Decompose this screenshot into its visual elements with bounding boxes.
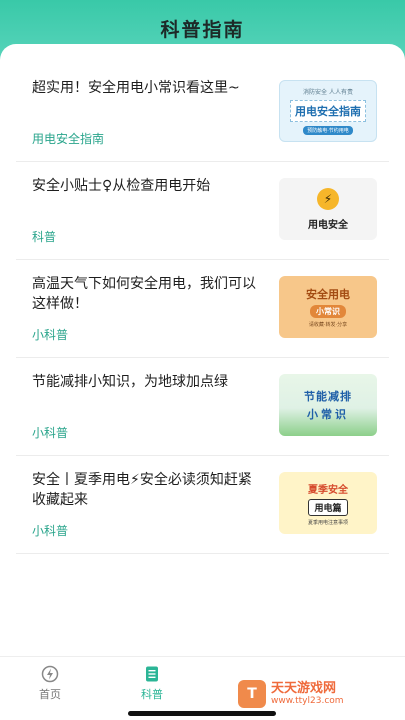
home-indicator[interactable] (128, 711, 276, 716)
article-thumbnail[interactable]: 安全用电 小常识 请收藏·转发·分享 (279, 276, 377, 338)
content-sheet: 超实用！安全用电小常识看这里~ 用电安全指南 消防安全 人人有责 用电安全指南 … (0, 44, 405, 656)
watermark-logo: T (238, 680, 266, 708)
site-watermark: T 天天游戏网 www.ttyl23.com (238, 678, 398, 710)
watermark-text: 天天游戏网 www.ttyl23.com (271, 681, 344, 707)
thumbnail-text: 消防安全 人人有责 (303, 89, 353, 96)
article-title[interactable]: 安全丨夏季用电⚡安全必读须知赶紧收藏起来 (32, 470, 264, 510)
article-title[interactable]: 超实用！安全用电小常识看这里~ (32, 78, 264, 98)
article-list: 超实用！安全用电小常识看这里~ 用电安全指南 消防安全 人人有责 用电安全指南 … (0, 64, 405, 554)
tab-home[interactable]: 首页 (20, 657, 80, 709)
page-title: 科普指南 (160, 18, 245, 41)
article-tag: 用电安全指南 (32, 132, 105, 146)
thumbnail-text: 节能减排 (304, 390, 352, 403)
article-thumbnail[interactable]: 夏季安全 用电篇 夏季用电注意事项 (279, 472, 377, 534)
thumbnail-text: 小常识 (310, 305, 346, 318)
tab-science[interactable]: 科普 (122, 657, 182, 709)
article-item-1[interactable]: 超实用！安全用电小常识看这里~ 用电安全指南 消防安全 人人有责 用电安全指南 … (16, 64, 389, 162)
tab-label: 科普 (141, 687, 163, 701)
thumbnail-text: 用电安全 (308, 219, 348, 231)
article-thumbnail[interactable]: 节能减排 小常识 (279, 374, 377, 436)
thumbnail-text: 用电安全指南 (290, 100, 366, 122)
lightbulb-icon: ⚡ (317, 187, 339, 210)
article-item-5[interactable]: 安全丨夏季用电⚡安全必读须知赶紧收藏起来 小科普 夏季安全 用电篇 夏季用电注意… (16, 456, 389, 554)
thumbnail-text: 夏季用电注意事项 (307, 519, 348, 526)
watermark-url: www.ttyl23.com (271, 696, 344, 706)
thumbnail-text: 安全用电 (306, 288, 350, 301)
article-tag: 小科普 (32, 426, 69, 440)
article-tag: 科普 (32, 230, 57, 244)
document-icon (143, 665, 161, 683)
thumbnail-text: 小常识 (307, 408, 349, 421)
thumbnail-text: 请收藏·转发·分享 (308, 322, 348, 328)
article-item-2[interactable]: 安全小贴士♀从检查用电开始 科普 ⚡ 用电安全 (16, 162, 389, 260)
article-item-3[interactable]: 高温天气下如何安全用电，我们可以这样做！ 小科普 安全用电 小常识 请收藏·转发… (16, 260, 389, 358)
article-title[interactable]: 节能减排小知识，为地球加点绿 (32, 372, 264, 392)
thumbnail-text: 预防触电·节约用电 (303, 126, 353, 135)
article-tag: 小科普 (32, 328, 69, 342)
article-item-4[interactable]: 节能减排小知识，为地球加点绿 小科普 节能减排 小常识 (16, 358, 389, 456)
article-title[interactable]: 安全小贴士♀从检查用电开始 (32, 176, 264, 196)
article-title[interactable]: 高温天气下如何安全用电，我们可以这样做！ (32, 274, 264, 314)
lightning-circle-icon (41, 665, 59, 683)
thumbnail-text: 用电篇 (308, 498, 348, 516)
article-thumbnail[interactable]: 消防安全 人人有责 用电安全指南 预防触电·节约用电 (279, 80, 377, 142)
article-tag: 小科普 (32, 524, 69, 538)
watermark-name: 天天游戏网 (271, 681, 337, 696)
tab-label: 首页 (39, 687, 61, 701)
home-indicator-area (0, 708, 405, 720)
thumbnail-text: 夏季安全 (308, 484, 348, 496)
article-thumbnail[interactable]: ⚡ 用电安全 (279, 178, 377, 240)
